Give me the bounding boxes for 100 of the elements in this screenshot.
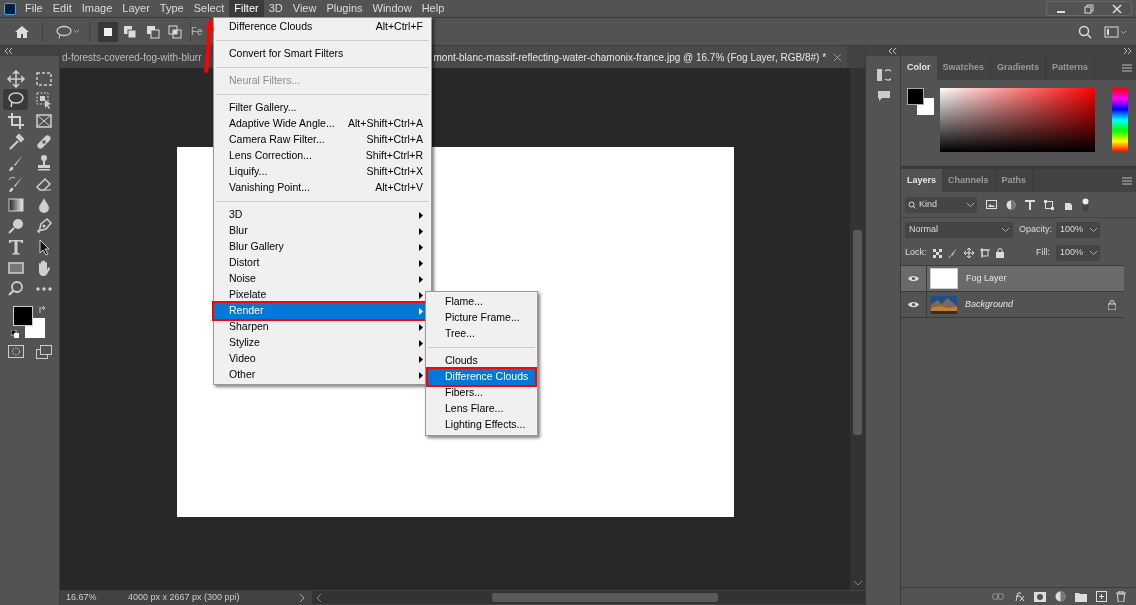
menu-item[interactable]: Help <box>416 0 450 17</box>
menu-item[interactable]: Filter <box>229 0 264 17</box>
lasso-icon[interactable] <box>55 24 81 39</box>
scrollbar-thumb[interactable] <box>492 593 718 602</box>
menu-item[interactable]: View <box>287 0 322 17</box>
menu-item[interactable]: Layer <box>117 0 155 17</box>
menu-item[interactable]: Tree... <box>428 326 535 342</box>
menu-item[interactable]: Filter Gallery... <box>214 100 431 116</box>
blend-mode-dropdown[interactable]: Normal <box>905 221 1013 238</box>
marquee-icon <box>35 69 53 88</box>
add-selection-icon[interactable] <box>123 24 137 39</box>
scroll-down-icon[interactable] <box>853 581 862 586</box>
opacity-label: Opacity: <box>1019 222 1052 236</box>
menu-item[interactable]: Lens Correction... Shift+Ctrl+R <box>214 148 431 164</box>
new-selection-icon[interactable] <box>98 21 118 42</box>
shape-filter-icon[interactable] <box>1044 199 1054 210</box>
intersect-selection-icon[interactable] <box>168 24 182 39</box>
menu-item[interactable]: Adaptive Wide Angle... Alt+Shift+Ctrl+A <box>214 116 431 132</box>
lock-pixels-icon[interactable] <box>932 248 942 258</box>
menu-item[interactable]: Noise <box>214 271 431 287</box>
quick-mask-icon[interactable] <box>8 345 24 358</box>
chevron-down-icon <box>1090 227 1098 232</box>
close-icon <box>834 53 842 61</box>
menu-item[interactable]: Lens Flare... <box>428 401 535 417</box>
collapse-icon[interactable] <box>888 48 898 54</box>
color-spectrum-bar[interactable] <box>1112 88 1128 152</box>
menu-item[interactable]: Blur <box>214 223 431 239</box>
scroll-left-icon[interactable] <box>316 593 322 602</box>
comment-icon[interactable] <box>877 90 891 102</box>
artboard-icon[interactable] <box>979 248 990 258</box>
menu-item[interactable]: Window <box>367 0 417 17</box>
fx-icon[interactable] <box>1013 591 1025 602</box>
color-swatches[interactable] <box>13 306 45 338</box>
home-icon[interactable] <box>14 24 30 39</box>
layer-filter-dropdown[interactable]: Kind <box>905 196 977 213</box>
menu-item[interactable]: Vanishing Point... Alt+Ctrl+V <box>214 180 431 196</box>
move-icon[interactable] <box>963 248 974 258</box>
move-icon <box>6 69 25 88</box>
layer-row[interactable]: Fog Layer <box>901 266 1124 292</box>
menu-item[interactable]: Clouds <box>428 353 535 369</box>
menu-item[interactable]: Camera Raw Filter... Shift+Ctrl+A <box>214 132 431 148</box>
workspace-icon[interactable] <box>1104 24 1128 39</box>
stamp-icon <box>35 153 53 172</box>
color-field[interactable] <box>940 88 1095 152</box>
expand-icon[interactable] <box>298 593 306 602</box>
panel-tab[interactable]: Layers <box>901 169 943 192</box>
lock-icon[interactable] <box>995 248 1004 258</box>
panel-menu-icon[interactable] <box>1122 64 1132 72</box>
menu-item[interactable]: Fibers... <box>428 385 535 401</box>
chevron-down-icon <box>1090 251 1097 255</box>
panel-menu-icon[interactable] <box>1122 176 1132 185</box>
panel-tab[interactable]: Color <box>901 56 937 80</box>
scrollbar-thumb[interactable] <box>853 230 862 435</box>
color-swatches[interactable] <box>907 88 935 116</box>
collapse-icon[interactable] <box>4 48 14 54</box>
menu-item[interactable]: Type <box>154 0 189 17</box>
menu-item[interactable]: 3D <box>214 207 431 223</box>
visibility-icon[interactable] <box>908 301 919 308</box>
restore-icon[interactable] <box>1084 3 1094 14</box>
menu-item[interactable]: Difference Clouds Alt+Ctrl+F <box>214 19 431 35</box>
image-filter-icon[interactable] <box>986 200 997 209</box>
zoom-level[interactable]: 16.67% <box>60 590 120 605</box>
menu-item[interactable]: 3D <box>263 0 288 17</box>
opacity-field[interactable]: 100% <box>1056 221 1101 238</box>
selection-icon <box>35 90 53 109</box>
expand-panels-icon[interactable] <box>1122 48 1132 54</box>
menu-item[interactable]: Distort <box>214 255 431 271</box>
type-filter-icon[interactable] <box>1025 199 1035 210</box>
document-tab[interactable]: mont-blanc-massif-reflecting-water-chamonix-france.jpg @ 16.7% (Fog Layer, RGB/8#) * <box>433 46 848 68</box>
fill-field[interactable]: 100% <box>1055 245 1100 261</box>
menu-item[interactable]: Plugins <box>321 0 368 17</box>
search-icon[interactable] <box>1078 24 1092 39</box>
screen-mode-icon[interactable] <box>36 345 53 359</box>
menu-item[interactable]: Image <box>76 0 118 17</box>
menu-item[interactable]: Select <box>188 0 230 17</box>
menu-item[interactable]: Liquify... Shift+Ctrl+X <box>214 164 431 180</box>
lasso-tool[interactable] <box>3 89 28 110</box>
subtract-selection-icon[interactable] <box>146 24 160 39</box>
menu-item[interactable]: File <box>20 0 48 17</box>
menu-item[interactable]: Difference Clouds <box>428 369 535 385</box>
trash-icon[interactable] <box>1116 591 1126 602</box>
menu-item[interactable]: Convert for Smart Filters <box>214 46 431 62</box>
menu-item[interactable]: Edit <box>47 0 77 17</box>
adjustment-filter-icon[interactable] <box>1006 199 1016 210</box>
layer-row[interactable]: Background <box>901 292 1124 318</box>
visibility-icon[interactable] <box>908 275 919 282</box>
menu-item[interactable]: Blur Gallery <box>214 239 431 255</box>
lasso-icon <box>6 90 25 109</box>
folder-icon[interactable] <box>1075 591 1087 602</box>
menu-item[interactable]: Flame... <box>428 294 535 310</box>
menu-item[interactable]: Lighting Effects... <box>428 417 535 433</box>
gradient-icon <box>6 195 25 214</box>
mask-icon[interactable] <box>1034 591 1046 602</box>
swap-colors-icon[interactable] <box>38 305 47 314</box>
default-colors-icon[interactable] <box>11 330 19 338</box>
filter-toggle-icon[interactable] <box>1082 197 1089 212</box>
adjustment-layer-icon[interactable] <box>1055 591 1066 602</box>
close-icon[interactable] <box>1112 3 1122 14</box>
menu-item[interactable]: Picture Frame... <box>428 310 535 326</box>
new-layer-icon[interactable] <box>1096 591 1107 602</box>
